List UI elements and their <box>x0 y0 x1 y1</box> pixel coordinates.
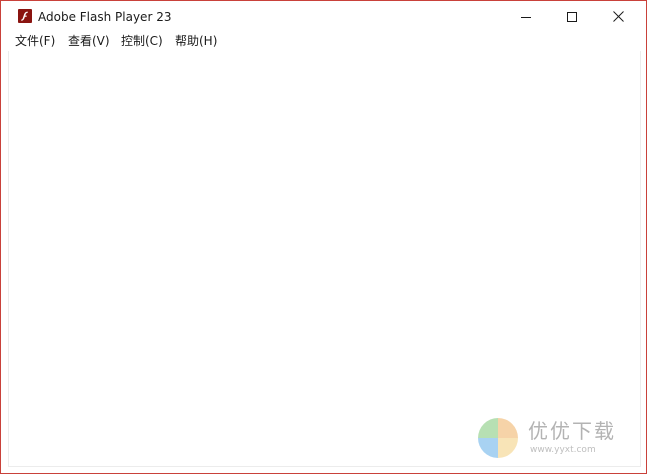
flash-player-icon <box>18 9 32 23</box>
watermark-url: www.yyxt.com <box>530 445 596 455</box>
player-content-area[interactable] <box>8 51 641 467</box>
menu-bar: 文件(F) 查看(V) 控制(C) 帮助(H) <box>8 32 639 52</box>
menu-view[interactable]: 查看(V) <box>68 33 110 50</box>
minimize-button[interactable] <box>503 1 549 32</box>
close-icon <box>612 11 624 22</box>
close-button[interactable] <box>595 1 641 32</box>
maximize-button[interactable] <box>549 1 595 32</box>
menu-control[interactable]: 控制(C) <box>121 33 163 50</box>
window-title: Adobe Flash Player 23 <box>38 10 172 24</box>
maximize-icon <box>567 11 577 22</box>
flash-player-window: Adobe Flash Player 23 文件(F) 查看(V) 控制(C) … <box>0 0 647 474</box>
watermark: 优优下载 www.yyxt.com <box>474 414 626 462</box>
minimize-icon <box>521 16 531 18</box>
menu-help[interactable]: 帮助(H) <box>175 33 217 50</box>
watermark-logo-icon <box>478 418 518 458</box>
menu-file[interactable]: 文件(F) <box>15 33 55 50</box>
watermark-brand: 优优下载 <box>528 419 616 443</box>
title-bar[interactable]: Adobe Flash Player 23 <box>1 1 646 32</box>
